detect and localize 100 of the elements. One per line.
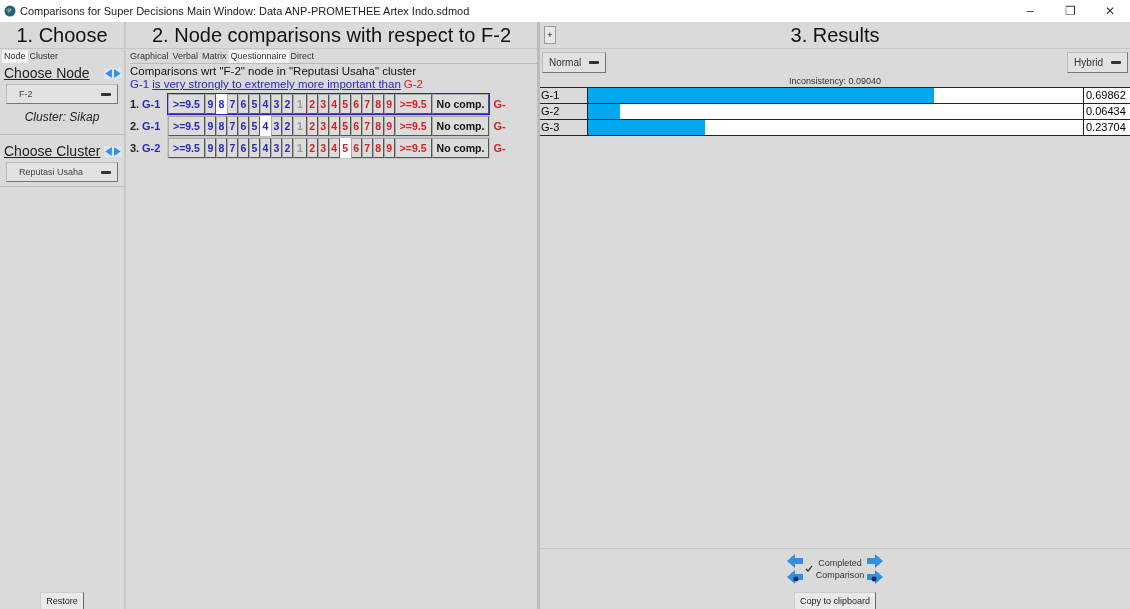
scale-option[interactable]: 3 (270, 94, 282, 114)
copy-to-clipboard-button[interactable]: Copy to clipboard (793, 592, 876, 609)
mode-dropdown[interactable]: Normal (542, 52, 607, 73)
left-right-arrows-icon[interactable] (104, 145, 122, 157)
node-dropdown[interactable]: F-2 (6, 84, 118, 104)
scale-option[interactable]: 5 (248, 116, 260, 136)
cluster-info: Cluster: Sikap (23, 110, 101, 124)
verdict-node-label: G-1 (130, 78, 150, 91)
scale-option[interactable]: 9 (383, 94, 395, 114)
left-right-arrows-icon[interactable] (104, 67, 122, 79)
scale-option[interactable]: 2 (281, 94, 293, 114)
scale-option[interactable]: 3 (317, 138, 329, 158)
scale-option[interactable]: 5 (248, 94, 260, 114)
scale-option[interactable]: 4 (259, 116, 271, 136)
panel-heading: 1. Choose (0, 22, 124, 49)
completed-checkbox[interactable] (805, 565, 813, 573)
scale-option[interactable]: 3 (270, 138, 282, 158)
node-label: G- (493, 120, 506, 132)
scale-option[interactable]: 8 (215, 138, 227, 158)
node-label: G- (493, 98, 506, 110)
scale-option[interactable]: 7 (226, 94, 238, 114)
scale-option[interactable]: 3 (270, 116, 282, 136)
tab[interactable]: Direct (288, 50, 317, 63)
choose-node-label: Choose Node (4, 65, 90, 81)
scale-option[interactable]: 7 (361, 138, 373, 158)
scale-option[interactable]: 4 (328, 138, 340, 158)
scale-option[interactable]: 5 (339, 116, 351, 136)
scale-option[interactable]: 2 (281, 116, 293, 136)
tab[interactable]: Matrix (200, 50, 229, 63)
verdict-text[interactable]: is very strongly to extremely more important than (152, 78, 401, 91)
scale-option[interactable]: >=9.5 (168, 138, 205, 158)
scale-option[interactable]: 9 (204, 94, 216, 114)
scale-option[interactable]: 3 (317, 94, 329, 114)
result-value: 0.23704 (1083, 120, 1130, 135)
scale-option[interactable]: 4 (328, 94, 340, 114)
scale-option[interactable]: 4 (259, 138, 271, 158)
panel-heading: 3. Results (789, 23, 881, 47)
tab[interactable]: Questionnaire (228, 50, 289, 63)
scale-option[interactable]: 2 (306, 116, 318, 136)
scale-option[interactable]: 5 (339, 138, 351, 158)
scale-option[interactable]: >=9.5 (394, 116, 432, 136)
node-label: G-1 (142, 120, 162, 132)
scale-option[interactable]: 9 (383, 138, 395, 158)
restore-button[interactable]: Restore (40, 592, 84, 609)
scale-option[interactable]: 5 (339, 94, 351, 114)
choose-cluster-label: Choose Cluster (4, 143, 101, 159)
panel-heading: 2. Node comparisons with respect to F-2 (126, 22, 537, 49)
scale-option[interactable]: No comp. (431, 138, 490, 158)
scale-option[interactable]: No comp. (431, 94, 490, 114)
scale-option[interactable]: 8 (372, 116, 384, 136)
scale-option[interactable]: 4 (328, 116, 340, 136)
completed-comparison-label: Completed Comparison (815, 557, 865, 581)
result-value: 0.69862 (1083, 88, 1130, 103)
comparison-caption: Comparisons wrt "F-2" node in "Reputasi Usaha" cluster (130, 63, 537, 78)
scale-option[interactable]: 7 (361, 116, 373, 136)
scale-option[interactable]: 5 (248, 138, 260, 158)
scale-option[interactable]: 9 (204, 138, 216, 158)
scale-option[interactable]: 6 (237, 116, 249, 136)
scale-option[interactable]: 3 (317, 116, 329, 136)
scale-option[interactable]: 8 (372, 138, 384, 158)
scale-option[interactable]: 9 (204, 116, 216, 136)
node-label: G-1 (142, 98, 162, 110)
cluster-dropdown[interactable]: Reputasi Usaha (6, 162, 118, 182)
window-title: Comparisons for Super Decisions Main Window: Data ANP-PROMETHEE Artex Indo.sdmod (20, 5, 471, 17)
scale-option[interactable]: 6 (237, 138, 249, 158)
scale-option[interactable]: >=9.5 (168, 94, 205, 114)
expand-button[interactable]: + (544, 26, 556, 44)
scale-option[interactable]: >=9.5 (168, 116, 205, 136)
scale-option[interactable]: 7 (361, 94, 373, 114)
scale-option[interactable]: 8 (372, 94, 384, 114)
row-number: 2. (130, 120, 141, 132)
inconsistency-label: Inconsistency: 0.09040 (787, 76, 883, 86)
scale-option[interactable]: 6 (350, 138, 362, 158)
result-value: 0.06434 (1083, 104, 1130, 119)
view-dropdown[interactable]: Hybrid (1067, 52, 1128, 73)
tab[interactable]: Graphical (128, 50, 171, 63)
scale-option[interactable]: 8 (215, 116, 227, 136)
scale-option[interactable]: 2 (306, 138, 318, 158)
scale-option[interactable]: 8 (215, 94, 227, 114)
scale-option[interactable]: 9 (383, 116, 395, 136)
scale-option[interactable]: 6 (350, 116, 362, 136)
tab[interactable]: Verbal (170, 50, 201, 63)
scale-option[interactable]: >=9.5 (394, 94, 432, 114)
row-number: 1. (130, 98, 141, 110)
scale-option[interactable]: 2 (306, 94, 318, 114)
scale-option[interactable]: 6 (237, 94, 249, 114)
node-label: G- (493, 142, 506, 154)
tab[interactable]: Cluster (27, 50, 61, 63)
node-label: G-2 (142, 142, 162, 154)
scale-option[interactable]: No comp. (431, 116, 490, 136)
row-number: 3. (130, 142, 141, 154)
tab[interactable]: Node (2, 50, 28, 63)
verdict-node-label: G-2 (403, 78, 423, 91)
scale-option[interactable]: 7 (226, 116, 238, 136)
scale-option[interactable]: 6 (350, 94, 362, 114)
scale-option[interactable]: 4 (259, 94, 271, 114)
scale-option[interactable]: 2 (281, 138, 293, 158)
app-icon (4, 5, 16, 17)
scale-option[interactable]: >=9.5 (394, 138, 432, 158)
scale-option[interactable]: 7 (226, 138, 238, 158)
